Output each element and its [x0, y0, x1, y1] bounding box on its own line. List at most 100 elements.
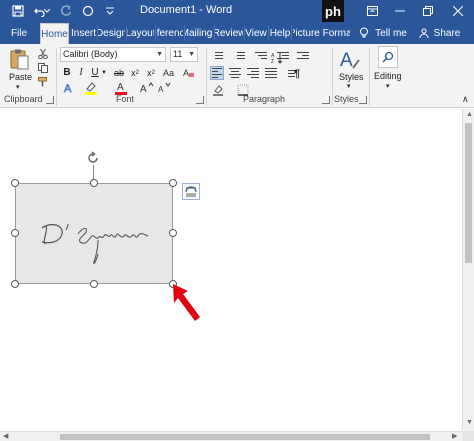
- sort-icon[interactable]: AZ: [270, 50, 284, 65]
- scroll-up-icon[interactable]: ▲: [466, 111, 473, 118]
- paragraph-dialog-launcher-icon[interactable]: [322, 96, 330, 104]
- justify-icon[interactable]: [264, 66, 278, 80]
- styles-gallery-icon[interactable]: A: [338, 48, 362, 73]
- save-icon[interactable]: [8, 0, 28, 22]
- ribbon-display-options-icon[interactable]: [358, 0, 386, 22]
- subscript-icon[interactable]: x2: [128, 65, 142, 80]
- tab-view[interactable]: View: [245, 22, 267, 44]
- styles-button[interactable]: Styles: [339, 72, 364, 82]
- minimize-icon[interactable]: [386, 0, 414, 22]
- resize-handle-right[interactable]: [169, 229, 177, 237]
- svg-text:Z: Z: [271, 59, 274, 64]
- paste-button[interactable]: Paste: [9, 72, 32, 82]
- close-icon[interactable]: [444, 0, 472, 22]
- increase-indent-icon[interactable]: [296, 48, 310, 62]
- strikethrough-icon[interactable]: ab: [112, 65, 126, 80]
- resize-handle-top[interactable]: [90, 179, 98, 187]
- font-size-box[interactable]: 11 ▼: [170, 47, 198, 62]
- tab-references[interactable]: References: [156, 22, 183, 44]
- title-bar: Document1 - Word ph: [0, 0, 474, 22]
- resize-handle-left[interactable]: [11, 229, 19, 237]
- horizontal-scroll-thumb[interactable]: [60, 434, 430, 440]
- align-right-icon[interactable]: [246, 66, 260, 80]
- paste-icon[interactable]: [8, 48, 32, 72]
- format-painter-icon[interactable]: [38, 77, 48, 90]
- undo-dropdown-icon[interactable]: [42, 0, 52, 22]
- signature-picture[interactable]: [15, 183, 173, 284]
- tab-file[interactable]: File: [4, 22, 34, 44]
- font-color-icon[interactable]: A: [114, 80, 128, 95]
- rotate-handle-icon[interactable]: [86, 151, 100, 165]
- ribbon: Paste ▾ Clipboard Calibri (Body) ▼ 11 ▼ …: [0, 44, 474, 108]
- svg-text:A: A: [183, 68, 189, 78]
- tab-home[interactable]: Home: [40, 23, 69, 44]
- shading-icon[interactable]: [212, 82, 226, 97]
- shrink-font-icon[interactable]: A: [158, 80, 172, 95]
- svg-text:A: A: [117, 82, 124, 93]
- window-title: Document1 - Word: [140, 4, 233, 16]
- scroll-right-icon[interactable]: ▶: [452, 432, 457, 440]
- tab-design[interactable]: Design: [98, 22, 125, 44]
- styles-dropdown-icon[interactable]: ▾: [347, 82, 351, 90]
- search-icon[interactable]: [378, 46, 398, 68]
- restore-icon[interactable]: [414, 0, 442, 22]
- tab-picture-format[interactable]: Picture Format: [293, 22, 350, 44]
- align-center-icon[interactable]: [228, 66, 242, 80]
- clipboard-dialog-launcher-icon[interactable]: [46, 96, 54, 104]
- styles-dialog-launcher-icon[interactable]: [359, 96, 367, 104]
- svg-text:Aa: Aa: [163, 68, 174, 78]
- tab-insert[interactable]: Insert: [70, 22, 97, 44]
- svg-text:A: A: [340, 50, 353, 70]
- resize-handle-bottom[interactable]: [90, 280, 98, 288]
- svg-text:A: A: [64, 83, 72, 94]
- superscript-icon[interactable]: x2: [144, 65, 158, 80]
- font-name-value: Calibri (Body): [63, 49, 118, 59]
- bullets-icon[interactable]: [210, 48, 224, 62]
- circle-icon[interactable]: [78, 0, 98, 22]
- tell-me-search[interactable]: Tell me: [374, 22, 408, 44]
- paste-dropdown-icon[interactable]: ▾: [16, 83, 20, 91]
- scroll-down-icon[interactable]: ▼: [466, 419, 473, 426]
- font-name-box[interactable]: Calibri (Body) ▼: [60, 47, 166, 62]
- font-dialog-launcher-icon[interactable]: [196, 96, 204, 104]
- layout-options-icon[interactable]: [182, 183, 200, 200]
- scroll-left-icon[interactable]: ◀: [3, 432, 8, 440]
- red-arrow-icon: [170, 281, 210, 329]
- cut-icon[interactable]: [38, 48, 48, 62]
- copy-icon[interactable]: [38, 63, 48, 76]
- font-group-label: Font: [116, 94, 135, 104]
- numbering-icon[interactable]: [232, 48, 246, 62]
- resize-handle-bottom-left[interactable]: [11, 280, 19, 288]
- text-effects-icon[interactable]: A: [62, 80, 76, 95]
- multilevel-list-icon[interactable]: [254, 48, 268, 62]
- change-case-icon[interactable]: Aa: [162, 65, 176, 80]
- chevron-down-icon: ▼: [188, 51, 195, 58]
- tab-layout[interactable]: Layout: [127, 22, 154, 44]
- collapse-ribbon-icon[interactable]: ∧: [462, 94, 469, 105]
- share-icon[interactable]: [418, 22, 430, 44]
- horizontal-scrollbar[interactable]: ◀ ▶: [0, 431, 462, 441]
- share-button[interactable]: Share: [432, 22, 462, 44]
- redo-icon[interactable]: [56, 0, 76, 22]
- resize-handle-top-right[interactable]: [169, 179, 177, 187]
- italic-button[interactable]: I: [74, 65, 88, 80]
- lightbulb-icon[interactable]: [357, 22, 371, 44]
- editing-dropdown-icon[interactable]: ▾: [386, 82, 390, 90]
- vertical-scrollbar[interactable]: ▲ ▼: [462, 109, 474, 431]
- resize-handle-top-left[interactable]: [11, 179, 19, 187]
- bold-button[interactable]: B: [60, 65, 74, 80]
- show-formatting-marks-icon[interactable]: ¶: [290, 66, 304, 81]
- clear-formatting-icon[interactable]: A: [182, 65, 196, 80]
- highlight-color-icon[interactable]: [84, 80, 98, 95]
- customize-quick-access-icon[interactable]: [100, 0, 120, 22]
- underline-dropdown-icon[interactable]: ▼: [100, 65, 108, 80]
- editing-button[interactable]: Editing: [374, 71, 402, 81]
- tab-review[interactable]: Review: [215, 22, 243, 44]
- tab-mailings[interactable]: Mailings: [185, 22, 213, 44]
- vertical-scroll-thumb[interactable]: [465, 123, 472, 263]
- align-left-icon[interactable]: [210, 66, 224, 80]
- styles-group-label: Styles: [334, 94, 359, 104]
- tab-help[interactable]: Help: [269, 22, 291, 44]
- svg-text:A: A: [158, 85, 164, 94]
- grow-font-icon[interactable]: A: [140, 80, 154, 95]
